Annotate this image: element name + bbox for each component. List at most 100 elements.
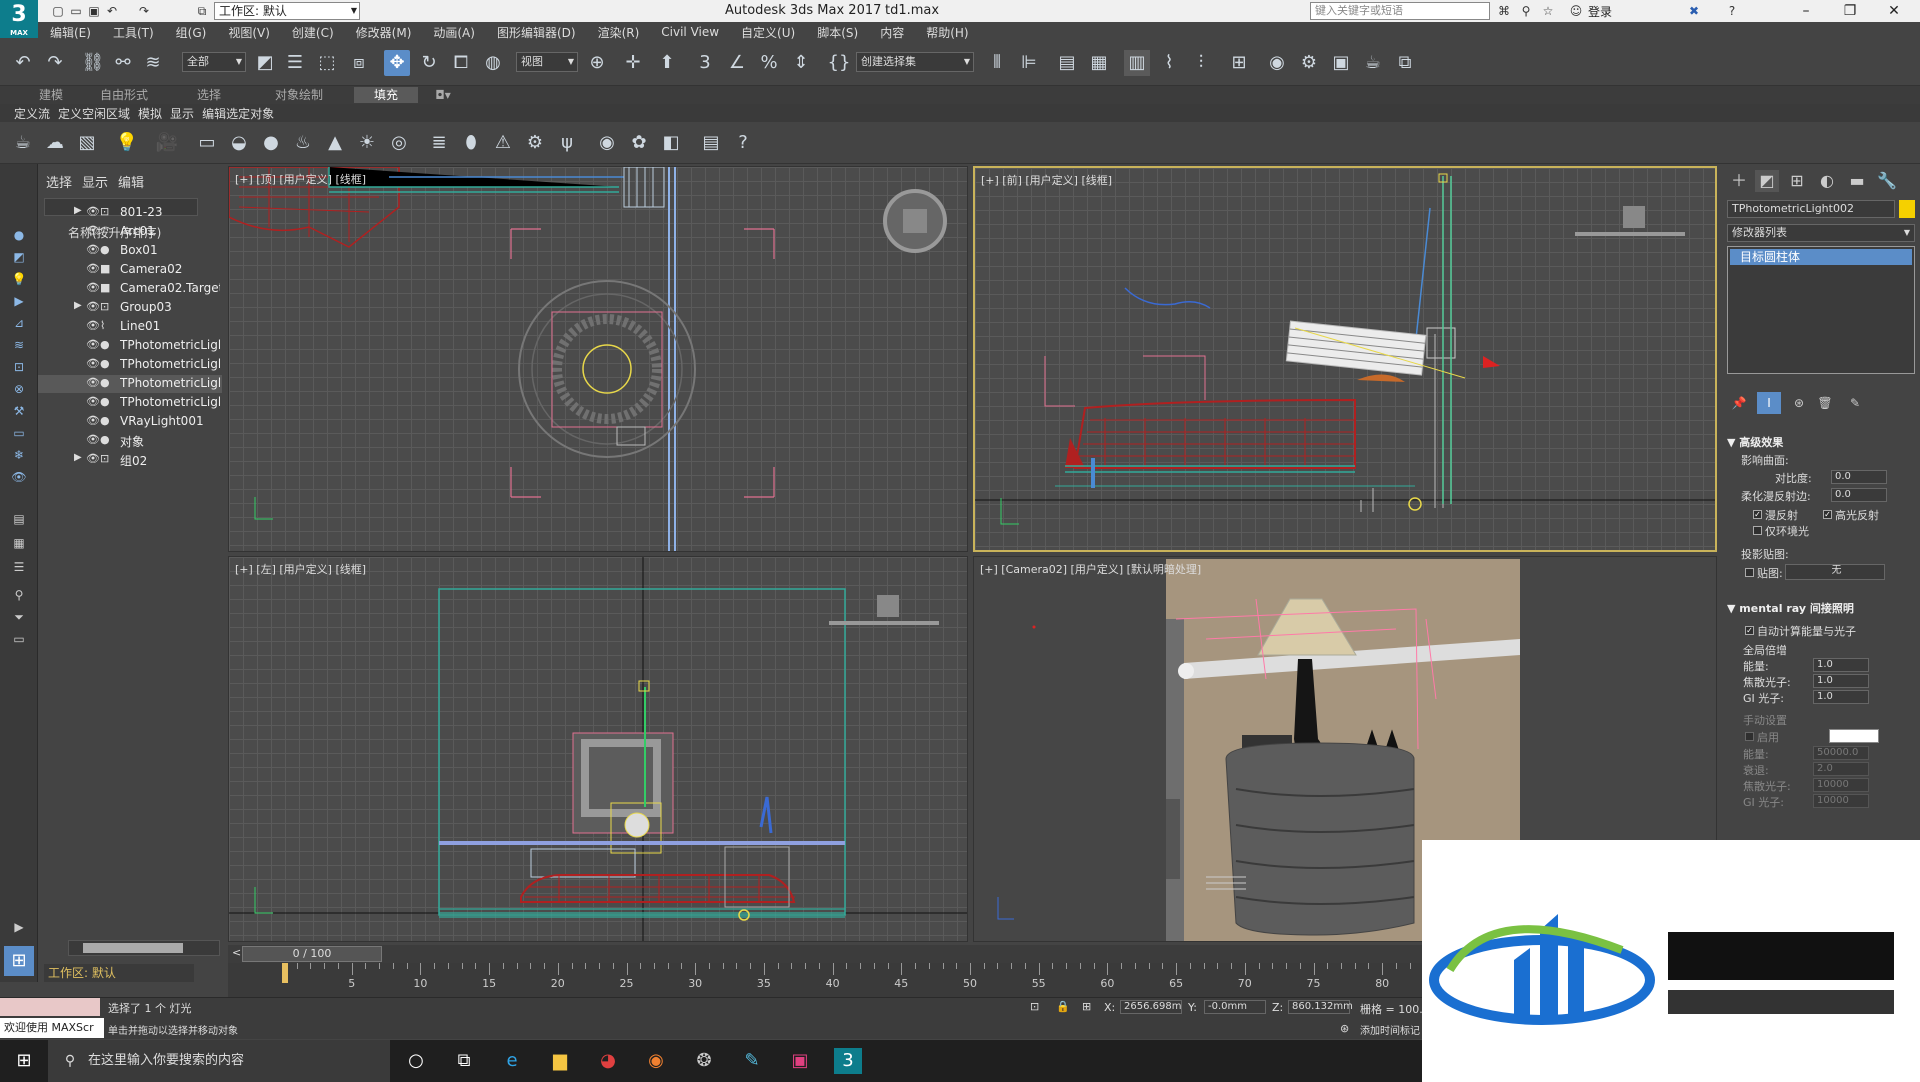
explorer-item[interactable]: 👁 ● TPhotometricLight — [38, 394, 222, 412]
sky-icon[interactable]: ◎ — [386, 130, 412, 156]
frame-buffer-icon[interactable]: ▤ — [698, 130, 724, 156]
modifier-stack[interactable]: 目标圆柱体 — [1727, 246, 1915, 374]
new-file-icon[interactable]: ▢ — [50, 3, 66, 19]
visibility-eye-icon[interactable]: 👁 — [86, 281, 100, 294]
time-slider-thumb[interactable]: 0 / 100 — [242, 946, 382, 962]
visibility-eye-icon[interactable]: 👁 — [86, 338, 100, 351]
favorites-icon[interactable]: ☆ — [1540, 3, 1556, 19]
map-button[interactable]: 无 — [1785, 564, 1885, 580]
manual-energy-spinner[interactable]: 50000.0 — [1813, 746, 1869, 760]
file-explorer-icon[interactable]: ▆ — [546, 1048, 574, 1074]
auto-calc-checkbox[interactable]: ✓ — [1745, 626, 1754, 635]
palette-icon[interactable]: ✿ — [626, 130, 652, 156]
tripod-icon[interactable]: ⚠ — [490, 130, 516, 156]
explorer-item[interactable]: ▶ 👁 ⊡ Group03 — [38, 299, 222, 317]
energy-spinner[interactable]: 1.0 — [1813, 658, 1869, 672]
enable-checkbox[interactable] — [1745, 732, 1754, 741]
diffuse-checkbox[interactable]: ✓ — [1753, 510, 1762, 519]
create-tab-icon[interactable]: ＋ — [1727, 170, 1751, 192]
edge-icon[interactable]: e — [498, 1048, 526, 1074]
layer-icon[interactable]: ▭ — [9, 630, 29, 648]
visibility-eye-icon[interactable]: 👁 — [86, 243, 100, 256]
menu-rendering[interactable]: 渲染(R) — [598, 24, 640, 41]
menu-help[interactable]: 帮助(H) — [926, 24, 968, 41]
bind-spacewarp-icon[interactable]: ≋ — [140, 50, 166, 76]
ribbon-simulate[interactable]: 模拟 — [138, 105, 162, 122]
redo-icon[interactable]: ↷ — [42, 50, 68, 76]
select-move-icon[interactable]: ✥ — [384, 50, 410, 76]
ambient-only-checkbox[interactable] — [1753, 526, 1762, 535]
menu-civil-view[interactable]: Civil View — [661, 25, 719, 39]
explorer-item[interactable]: 👁 ● TPhotometricLight — [38, 375, 222, 393]
named-selection-select[interactable]: 创建选择集 ▼ — [856, 52, 974, 72]
sphere-icon[interactable]: ● — [258, 130, 284, 156]
explorer-item[interactable]: ▶ 👁 ⊡ 组02 — [38, 451, 222, 469]
select-object-icon[interactable]: ◩ — [252, 50, 278, 76]
subscription-icon[interactable]: ⚲ — [1518, 3, 1534, 19]
menu-animation[interactable]: 动画(A) — [433, 24, 475, 41]
visibility-eye-icon[interactable]: 👁 — [86, 357, 100, 370]
workspace-footer[interactable]: 工作区: 默认 — [44, 964, 194, 982]
add-time-tag[interactable]: 添加时间标记 — [1360, 1022, 1420, 1037]
project-icon[interactable]: ⧉ — [194, 3, 210, 19]
material-editor-icon[interactable]: ◉ — [1264, 50, 1290, 76]
viewport-top[interactable]: [+] [顶] [用户定义] [线框] — [228, 166, 968, 552]
object-name-field[interactable]: TPhotometricLight002 — [1727, 200, 1895, 218]
ribbon-define-idle-areas[interactable]: 定义空闲区域 — [58, 105, 130, 122]
z-coord-field[interactable]: 860.132mm — [1288, 1000, 1353, 1014]
explorer-item[interactable]: 👁 ● TPhotometricLight — [38, 356, 222, 374]
image-icon[interactable]: ▧ — [74, 130, 100, 156]
visibility-eye-icon[interactable]: 👁 — [86, 414, 100, 427]
find-icon[interactable]: ▤ — [9, 510, 29, 528]
vray-help-icon[interactable]: ? — [730, 130, 756, 156]
sun-icon[interactable]: ☀ — [354, 130, 380, 156]
ribbon-tab-modeling[interactable]: 建模 — [26, 87, 76, 103]
render-cloud-icon[interactable]: ⧉ — [1392, 50, 1418, 76]
display-xrefs-icon[interactable]: ⊗ — [9, 380, 29, 398]
search-input[interactable]: 键入关键字或短语 — [1310, 2, 1490, 20]
percent-snap-icon[interactable]: % — [756, 50, 782, 76]
minimize-button[interactable]: – — [1784, 0, 1828, 22]
render-frame-icon[interactable]: ▣ — [1328, 50, 1354, 76]
layer-explorer-icon[interactable]: ▤ — [1054, 50, 1080, 76]
explorer-item[interactable]: 👁 ■ Camera02.Target — [38, 280, 222, 298]
hierarchy-tab-icon[interactable]: ⊞ — [1785, 170, 1809, 192]
3dsmax-taskbar-icon[interactable]: 3 — [834, 1048, 862, 1074]
ribbon-display[interactable]: 显示 — [170, 105, 194, 122]
undo-icon[interactable]: ↶ — [104, 3, 120, 19]
ribbon-options-icon[interactable]: ◘▾ — [428, 87, 458, 103]
snap-toggle-icon[interactable]: 3 — [692, 50, 718, 76]
filter-icon[interactable]: ⚲ — [9, 586, 29, 604]
ribbon-tab-freeform[interactable]: 自由形式 — [94, 87, 154, 103]
fur-icon[interactable]: ψ — [554, 130, 580, 156]
viewport-top-label[interactable]: [+] [顶] [用户定义] [线框] — [235, 171, 366, 187]
x-coord-field[interactable]: 2656.698m — [1120, 1000, 1182, 1014]
visibility-eye-icon[interactable]: 👁 — [86, 319, 100, 332]
menu-group[interactable]: 组(G) — [176, 24, 207, 41]
visibility-eye-icon[interactable]: 👁 — [86, 205, 100, 218]
render-setup-icon[interactable]: ⚙ — [1296, 50, 1322, 76]
rect-selection-icon[interactable]: ⬚ — [314, 50, 340, 76]
lock-selection-icon[interactable]: 🔒 — [1056, 1000, 1070, 1013]
caustic-spinner[interactable]: 1.0 — [1813, 674, 1869, 688]
display-groups-icon[interactable]: ⊡ — [9, 358, 29, 376]
modify-tab-icon[interactable]: ◩ — [1755, 170, 1779, 192]
maxscript-mini-listener[interactable]: 欢迎使用 MAXScr — [0, 1018, 104, 1038]
mirror-icon[interactable]: ⫴ — [984, 50, 1010, 76]
menu-edit[interactable]: 编辑(E) — [50, 24, 91, 41]
display-containers-icon[interactable]: ▭ — [9, 424, 29, 442]
contrast-spinner[interactable]: 0.0 — [1831, 470, 1887, 484]
soften-diffuse-spinner[interactable]: 0.0 — [1831, 488, 1887, 502]
unlink-icon[interactable]: ⚯ — [110, 50, 136, 76]
explorer-item[interactable]: 👁 ⌒ Arc01 — [38, 223, 222, 241]
display-geometry-icon[interactable]: ● — [9, 226, 29, 244]
visibility-eye-icon[interactable]: 👁 — [86, 433, 100, 446]
select-manipulate-icon[interactable]: ✛ — [620, 50, 646, 76]
display-shapes-icon[interactable]: ◩ — [9, 248, 29, 266]
spinner-snap-icon[interactable]: ⇕ — [788, 50, 814, 76]
ref-coord-select[interactable]: 视图 ▼ — [516, 52, 578, 72]
make-unique-icon[interactable]: ⊛ — [1787, 392, 1811, 414]
display-bones-icon[interactable]: ⚒ — [9, 402, 29, 420]
explorer-item[interactable]: 👁 ● 对象 — [38, 432, 222, 450]
place-icon[interactable]: ◍ — [480, 50, 506, 76]
